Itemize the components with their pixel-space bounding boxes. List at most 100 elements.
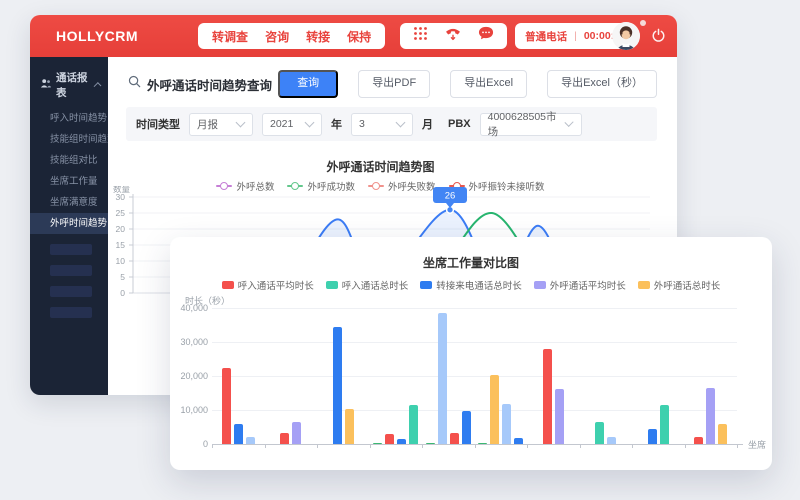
search-icon xyxy=(128,75,141,93)
x-tick xyxy=(265,445,266,448)
x-tick xyxy=(737,445,738,448)
bar[interactable] xyxy=(409,405,418,444)
export-excel-button[interactable]: 导出Excel xyxy=(450,70,527,97)
grid-menu-icon[interactable] xyxy=(413,26,428,46)
bar[interactable] xyxy=(694,437,703,445)
bar-legend-item[interactable]: 外呼通话平均时长 xyxy=(534,278,626,292)
bar[interactable] xyxy=(373,443,382,444)
chevron-down-icon xyxy=(396,118,406,128)
bar[interactable] xyxy=(280,433,289,444)
query-header: 外呼通话时间趋势查询 查询 导出PDF 导出Excel 导出Excel（秒） xyxy=(128,70,657,98)
year-select[interactable]: 2021 xyxy=(262,113,322,136)
sidebar-item[interactable]: 坐席工作量 xyxy=(30,171,108,192)
bar[interactable] xyxy=(514,438,523,444)
bar[interactable] xyxy=(555,389,564,444)
y-tick-label: 5 xyxy=(120,272,125,282)
chevron-down-icon xyxy=(565,118,574,127)
avatar[interactable] xyxy=(612,22,640,50)
y-tick-label: 10,000 xyxy=(172,405,208,415)
bar-chart-card: 坐席工作量对比图 呼入通话平均时长呼入通话总时长 转接来电通话总时长外呼通话平均时… xyxy=(170,237,772,470)
bar[interactable] xyxy=(222,368,231,444)
sidebar: 通话报表 呼入时间趋势技能组时间趋势技能组对比坐席工作量坐席满意度外呼时间趋势 xyxy=(30,57,108,395)
bar[interactable] xyxy=(502,404,511,444)
bar[interactable] xyxy=(292,422,301,444)
x-axis xyxy=(212,444,743,445)
bar[interactable] xyxy=(607,437,616,444)
bar-legend-swatch xyxy=(222,281,234,289)
bar-chart-plot xyxy=(212,308,737,444)
bar[interactable] xyxy=(648,429,657,444)
sidebar-item[interactable]: 技能组对比 xyxy=(30,150,108,171)
hang-up-phone-icon[interactable] xyxy=(444,25,462,47)
topbar-icons-group xyxy=(400,23,507,49)
bar[interactable] xyxy=(595,422,604,444)
line-chart-title: 外呼通话时间趋势图 xyxy=(108,158,653,175)
x-tick xyxy=(370,445,371,448)
bar[interactable] xyxy=(385,434,394,445)
sidebar-skeleton-item xyxy=(50,286,92,297)
pbx-label: PBX xyxy=(448,118,471,130)
bar[interactable] xyxy=(706,388,715,444)
month-select[interactable]: 3 xyxy=(351,113,413,136)
y-tick-label: 20 xyxy=(116,224,126,234)
bar-group xyxy=(685,308,738,444)
bar[interactable] xyxy=(490,375,499,444)
pbx-value: 4000628505市场 xyxy=(488,109,559,139)
y-axis-title: 数量 xyxy=(113,186,131,194)
topbar: HOLLYCRM 转调查咨询转接保持 xyxy=(30,15,677,57)
bar-legend-swatch xyxy=(326,281,338,289)
call-action-button[interactable]: 保持 xyxy=(347,28,371,45)
bar-chart-xlabel: 坐席 xyxy=(748,438,766,451)
export-excel-seconds-button[interactable]: 导出Excel（秒） xyxy=(547,70,657,97)
year-value: 2021 xyxy=(270,118,293,130)
export-pdf-button[interactable]: 导出PDF xyxy=(358,70,430,97)
bar-legend-item[interactable]: 外呼通话总时长 xyxy=(638,278,721,292)
sidebar-skeleton-area xyxy=(30,244,108,318)
sidebar-item[interactable]: 坐席满意度 xyxy=(30,192,108,213)
bar[interactable] xyxy=(333,327,342,444)
bar-legend-item[interactable]: 呼入通话总时长 xyxy=(326,278,409,292)
tooltip: 26 xyxy=(433,187,467,208)
x-tick xyxy=(317,445,318,448)
bar[interactable] xyxy=(660,405,669,444)
y-tick-label: 10 xyxy=(116,256,126,266)
bar[interactable] xyxy=(246,437,255,444)
power-icon[interactable] xyxy=(651,28,666,48)
chevron-down-icon xyxy=(305,118,315,128)
search-button[interactable]: 查询 xyxy=(278,70,338,97)
tooltip-value: 26 xyxy=(445,191,456,202)
bar-legend-item[interactable]: 呼入通话平均时长 xyxy=(222,278,314,292)
sidebar-menu: 呼入时间趋势技能组时间趋势技能组对比坐席工作量坐席满意度外呼时间趋势 xyxy=(30,108,108,234)
bar[interactable] xyxy=(345,409,354,444)
bar[interactable] xyxy=(543,349,552,444)
app-logo: HOLLYCRM xyxy=(56,28,138,44)
bar-legend-swatch xyxy=(420,281,432,289)
pbx-select[interactable]: 4000628505市场 xyxy=(480,113,582,136)
bar-group xyxy=(422,308,475,444)
bar[interactable] xyxy=(478,443,487,444)
call-action-button[interactable]: 咨询 xyxy=(265,28,289,45)
bar[interactable] xyxy=(462,411,471,444)
bar[interactable] xyxy=(397,439,406,444)
bar[interactable] xyxy=(450,433,459,444)
sidebar-item[interactable]: 外呼时间趋势 xyxy=(30,213,108,234)
call-action-button[interactable]: 转接 xyxy=(306,28,330,45)
x-tick xyxy=(632,445,633,448)
sidebar-item[interactable]: 呼入时间趋势 xyxy=(30,108,108,129)
bar-group xyxy=(317,308,370,444)
bar[interactable] xyxy=(438,313,447,444)
bar[interactable] xyxy=(234,424,243,444)
filter-bar: 时间类型 月报 2021 年 3 月 PBX 4000628505市场 xyxy=(126,107,657,141)
bar-group xyxy=(212,308,265,444)
bar[interactable] xyxy=(718,424,727,444)
bar[interactable] xyxy=(426,443,435,444)
sidebar-item[interactable]: 技能组时间趋势 xyxy=(30,129,108,150)
bar-legend-label: 转接来电通话总时长 xyxy=(436,278,522,292)
bar-legend-item[interactable]: 转接来电通话总时长 xyxy=(420,278,522,292)
time-type-select[interactable]: 月报 xyxy=(189,113,253,136)
sidebar-section-call-reports[interactable]: 通话报表 xyxy=(30,57,108,108)
bar-chart-title: 坐席工作量对比图 xyxy=(170,254,772,271)
chat-icon[interactable] xyxy=(478,26,494,46)
call-action-button[interactable]: 转调查 xyxy=(212,28,248,45)
bar-chart-legend: 呼入通话平均时长呼入通话总时长 转接来电通话总时长外呼通话平均时长外呼通话总时长 xyxy=(170,278,772,292)
